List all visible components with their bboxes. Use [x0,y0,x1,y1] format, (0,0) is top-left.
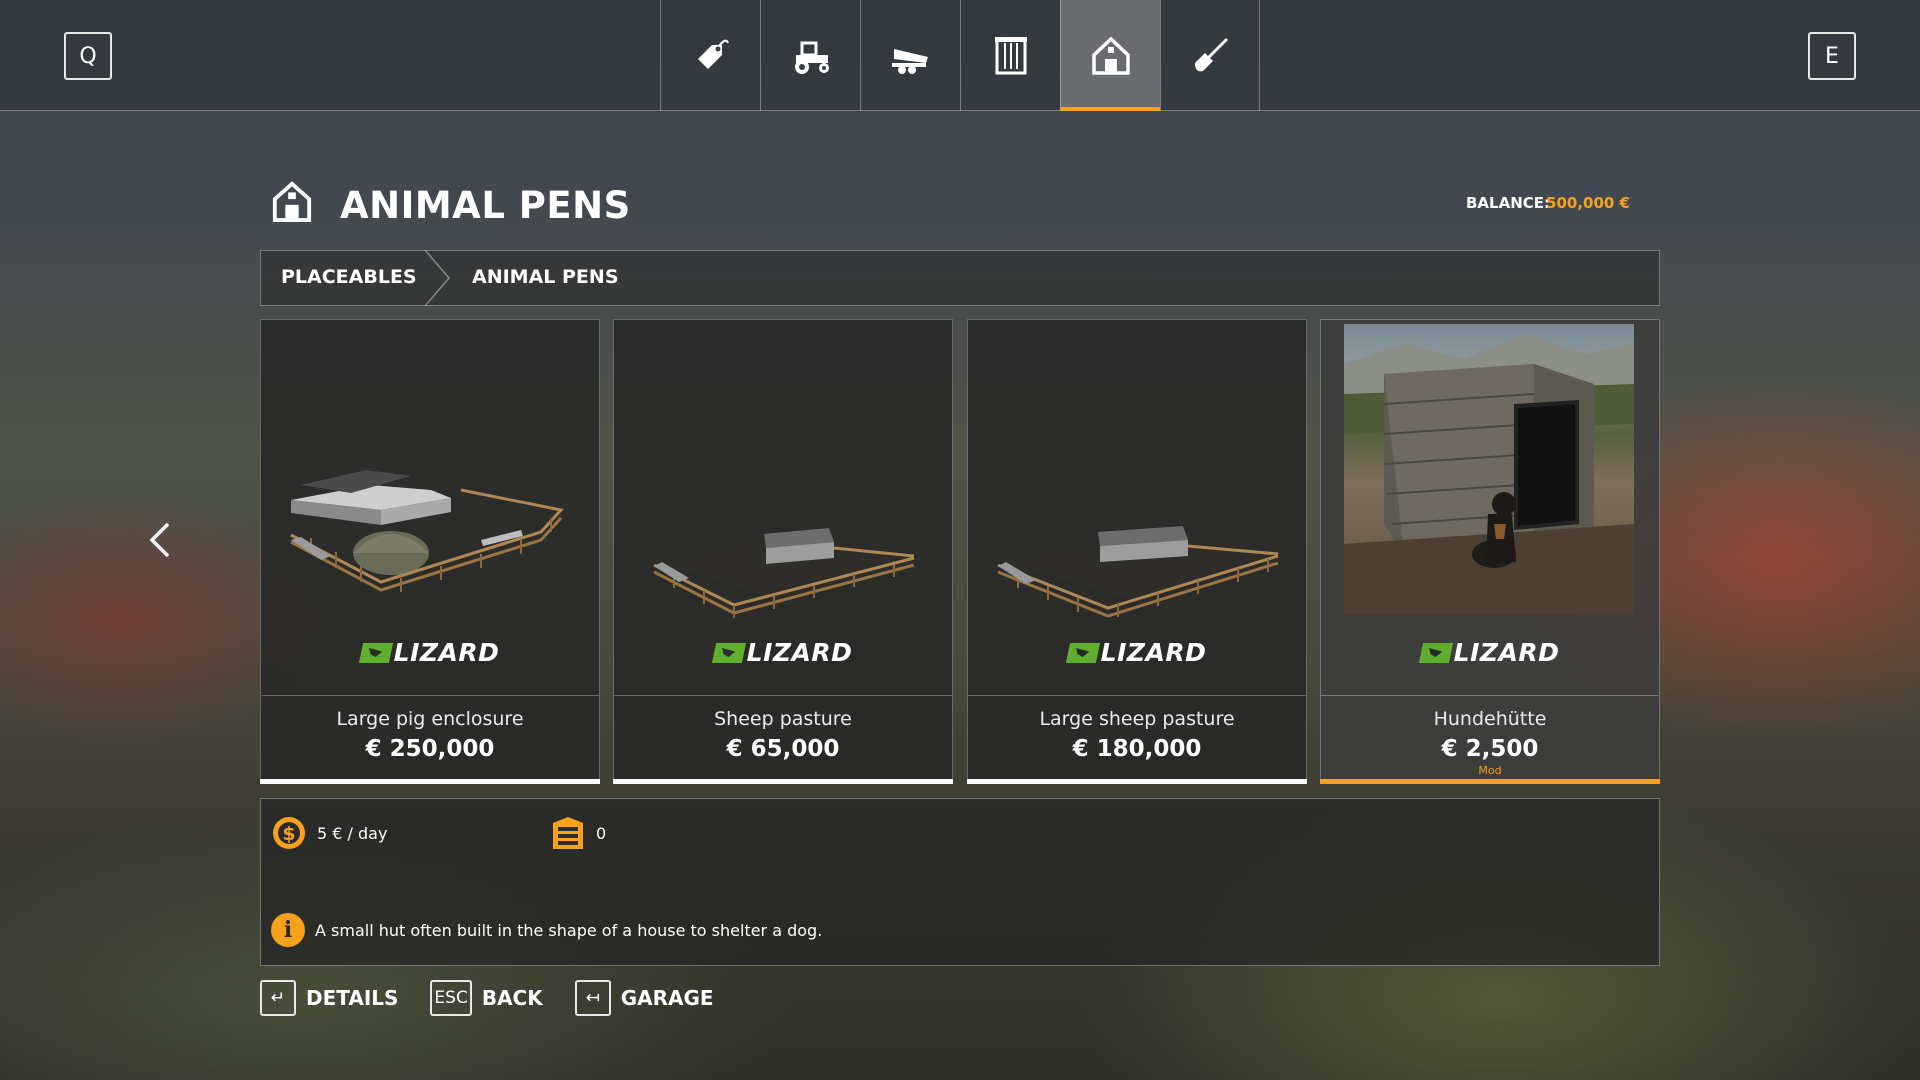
item-name: Hundehütte [1433,708,1547,730]
footer-actions: ↵ DETAILS ESC BACK ↤ GARAGE [260,980,746,1016]
capacity-stat: 0 [550,815,606,851]
tractor-icon [794,41,829,74]
item-price: € 250,000 [365,736,495,762]
breadcrumb-animal-pens: ANIMAL PENS [472,266,619,288]
stable-icon [553,817,583,849]
description-text: A small hut often built in the shape of … [315,920,823,940]
selection-bar [967,779,1307,784]
back-label: BACK [481,986,543,1010]
shop-item-card[interactable]: LIZARD Large pig enclosure € 250,000 [260,319,600,784]
top-navigation-bar: Q E [0,0,1920,111]
brand-logo-lizard: LIZARD [614,638,952,667]
garage-button[interactable]: ↤ GARAGE [574,980,714,1016]
upkeep-stat: $ 5 € / day [271,815,387,851]
shop-item-card[interactable]: LIZARD Sheep pasture € 65,000 [613,319,953,784]
breadcrumb-separator-icon [424,250,450,306]
item-info: Hundehütte € 2,500 Mod [1321,695,1659,779]
details-button[interactable]: ↵ DETAILS [260,980,398,1016]
prev-category-key[interactable]: Q [64,32,112,80]
tab-sales[interactable] [660,0,760,111]
item-name: Large sheep pasture [1039,708,1235,730]
tab-animal-pens[interactable] [1060,0,1160,111]
barn-icon [272,181,312,222]
tab-buildings[interactable] [960,0,1060,111]
shovel-icon [1195,37,1229,71]
brand-logo-lizard: LIZARD [968,638,1306,667]
page-header: ANIMAL PENS BALANCE: 500,000 € [270,178,1660,238]
tab-key-icon: ↤ [574,980,611,1016]
category-tabs [660,0,1260,111]
enter-key-icon: ↵ [260,980,296,1016]
details-label: DETAILS [306,986,399,1010]
dog-hut-photo [1344,324,1634,614]
brand-logo-lizard: LIZARD [1321,638,1659,667]
mod-badge: Mod [1478,764,1502,777]
item-price: € 2,500 [1441,736,1539,762]
selection-bar [260,779,600,784]
tab-vehicles[interactable] [760,0,860,111]
balance-label: BALANCE: [1466,194,1551,212]
item-name: Large pig enclosure [336,708,524,730]
back-button[interactable]: ESC BACK [430,980,543,1016]
next-category-key[interactable]: E [1808,32,1856,80]
balance-value: 500,000 € [1546,194,1630,212]
capacity-value: 0 [596,823,607,843]
svg-text:$: $ [282,823,295,845]
item-details-panel: $ 5 € / day 0 i A small hut often built … [260,798,1660,966]
item-price: € 180,000 [1072,736,1202,762]
breadcrumb-placeables[interactable]: PLACEABLES [281,266,417,288]
tab-tools[interactable] [860,0,960,111]
money-gear-icon: $ [273,817,305,849]
selection-bar [1320,779,1660,784]
info-icon: i [271,913,305,947]
page-title: ANIMAL PENS [340,184,631,227]
item-price: € 65,000 [726,736,840,762]
price-tag-icon [697,39,729,69]
trailer-icon [891,48,928,74]
garage-label: GARAGE [620,986,714,1010]
item-info: Large sheep pasture € 180,000 [968,695,1306,779]
shop-item-list: LIZARD Large pig enclosure € 250,000 LIZ… [260,319,1660,784]
shop-item-card[interactable]: LIZARD Large sheep pasture € 180,000 [967,319,1307,784]
silo-icon [994,36,1027,74]
esc-key-icon: ESC [430,980,472,1016]
upkeep-value: 5 € / day [317,823,388,843]
shop-item-card-selected[interactable]: LIZARD Hundehütte € 2,500 Mod [1320,319,1660,784]
item-name: Sheep pasture [714,708,852,730]
barn-icon [1091,36,1130,75]
selection-bar [613,779,953,784]
tab-landscaping[interactable] [1160,0,1260,111]
brand-logo-lizard: LIZARD [261,638,599,667]
item-description: i A small hut often built in the shape o… [271,913,822,947]
item-info: Sheep pasture € 65,000 [614,695,952,779]
item-info: Large pig enclosure € 250,000 [261,695,599,779]
chevron-left-icon[interactable] [146,520,176,560]
breadcrumb: PLACEABLES ANIMAL PENS [260,250,1660,306]
